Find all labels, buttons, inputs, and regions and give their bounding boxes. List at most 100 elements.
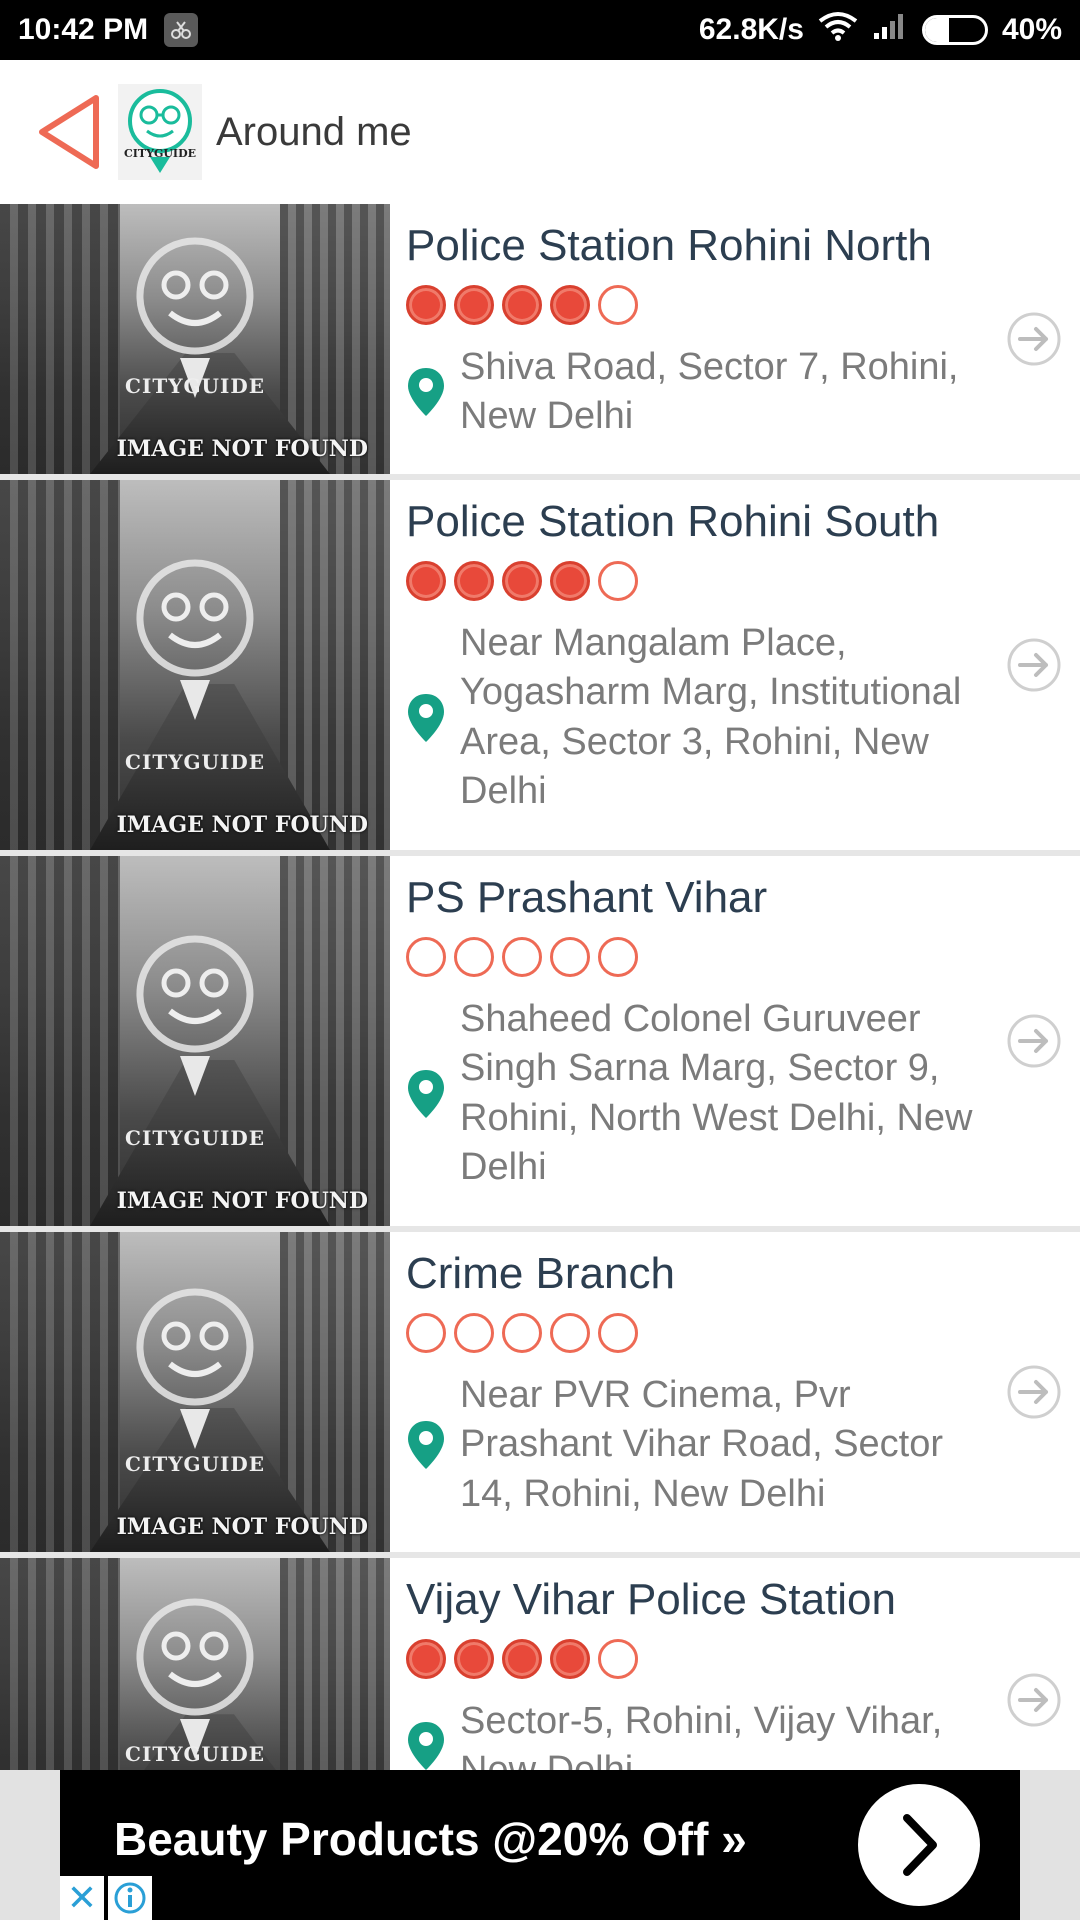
location-pin-icon (408, 1069, 444, 1118)
place-address: Near Mangalam Place, Yogasharm Marg, Ins… (460, 621, 962, 812)
rating-dot (598, 284, 638, 325)
rating-dot (550, 1312, 590, 1353)
chevron-right-icon (903, 1814, 937, 1876)
rating-dot (502, 936, 542, 977)
location-pin-icon (408, 1722, 444, 1770)
place-info: PS Prashant Vihar Shaheed Colonel Guruvee… (390, 856, 1080, 1226)
rating-dot (550, 284, 590, 325)
thumbnail-brand: CITYGUIDE (125, 1126, 265, 1150)
place-thumbnail: CITYGUIDE IMAGE NOT FOUND (0, 1232, 390, 1552)
image-not-found-label: IMAGE NOT FOUND (116, 1514, 368, 1540)
thumbnail-brand: CITYGUIDE (125, 1742, 265, 1766)
rating (406, 1312, 984, 1353)
list-item[interactable]: CITYGUIDE IMAGE NOT FOUND Police Station R… (0, 204, 1080, 480)
arrow-right-icon[interactable] (1006, 311, 1062, 367)
arrow-right-icon[interactable] (1006, 637, 1062, 693)
rating-dot (406, 560, 446, 601)
cityguide-placeholder-icon (136, 935, 254, 1097)
rating-dot (502, 560, 542, 601)
place-thumbnail: CITYGUIDE IMAGE NOT FOUND (0, 856, 390, 1226)
place-thumbnail: CITYGUIDE IMAGE NOT FOUND (0, 204, 390, 474)
rating-dot (406, 1638, 446, 1679)
network-speed: 62.8K/s (698, 13, 804, 46)
place-info: Police Station Rohini South Near Mangalam… (390, 480, 1080, 850)
thumbnail-brand: CITYGUIDE (125, 1452, 265, 1476)
arrow-right-icon[interactable] (1006, 1364, 1062, 1420)
place-info: Police Station Rohini North Shiva Road, S… (390, 204, 1080, 474)
address-row: Near PVR Cinema, Pvr Prashant Vihar Road… (406, 1371, 984, 1519)
thumbnail-brand: CITYGUIDE (125, 374, 265, 398)
location-pin-icon (408, 1420, 444, 1469)
rating (406, 284, 984, 325)
place-title[interactable]: Police Station Rohini South (406, 496, 984, 549)
place-info: Crime Branch Near PVR Cinema, Pvr Prashan… (390, 1232, 1080, 1552)
place-address: Sector-5, Rohini, Vijay Vihar, New Delhi (460, 1699, 943, 1770)
list-item[interactable]: CITYGUIDE IMAGE NOT FOUND Police Station R… (0, 480, 1080, 856)
list-item[interactable]: CITYGUIDEIMAGE NOT FOUNDVijay Vihar Poli… (0, 1558, 1080, 1770)
place-title[interactable]: PS Prashant Vihar (406, 872, 984, 925)
place-thumbnail: CITYGUIDEIMAGE NOT FOUND (0, 1558, 390, 1770)
cityguide-logo: CITYGUIDE (118, 84, 202, 180)
rating-dot (598, 1638, 638, 1679)
rating-dot (454, 1312, 494, 1353)
rating-dot (454, 936, 494, 977)
status-bar: 10:42 PM 62.8K/s 40% (0, 0, 1080, 60)
rating-dot (454, 284, 494, 325)
rating-dot (502, 1312, 542, 1353)
location-pin-icon (408, 368, 444, 417)
rating (406, 560, 984, 601)
image-not-found-label: IMAGE NOT FOUND (116, 436, 368, 462)
place-title[interactable]: Vijay Vihar Police Station (406, 1574, 984, 1627)
place-info: Vijay Vihar Police Station Sector-5, Rohi… (390, 1558, 1080, 1770)
place-title[interactable]: Crime Branch (406, 1248, 984, 1301)
logo-text: CITYGUIDE (124, 147, 196, 160)
list-item[interactable]: CITYGUIDE IMAGE NOT FOUND Crime Branch Near… (0, 1232, 1080, 1558)
place-address: Shaheed Colonel Guruveer Singh Sarna Mar… (460, 997, 973, 1188)
location-pin-icon (408, 693, 444, 742)
rating-dot (598, 1312, 638, 1353)
battery-percent: 40% (1001, 13, 1062, 46)
rating-dot (406, 936, 446, 977)
list-item[interactable]: CITYGUIDE IMAGE NOT FOUND PS Prashant Viha… (0, 856, 1080, 1232)
place-thumbnail: CITYGUIDE IMAGE NOT FOUND (0, 480, 390, 850)
address-row: Near Mangalam Place, Yogasharm Marg, Ins… (406, 619, 984, 817)
app-header: CITYGUIDE Around me (0, 60, 1080, 204)
rating-dot (598, 560, 638, 601)
place-list: CITYGUIDE IMAGE NOT FOUND Police Station R… (0, 204, 1080, 1770)
address-row: Sector-5, Rohini, Vijay Vihar, New Delhi (406, 1697, 984, 1770)
rating-dot (406, 284, 446, 325)
place-address: Near PVR Cinema, Pvr Prashant Vihar Road… (460, 1373, 944, 1515)
place-title[interactable]: Police Station Rohini North (406, 220, 984, 273)
status-indicators: 62.8K/s 40% (699, 11, 1062, 49)
page-title: Around me (216, 109, 412, 154)
ad-text[interactable]: Beauty Products @20% Off » (114, 1812, 747, 1866)
battery-icon (921, 15, 988, 45)
battery-fill (924, 18, 949, 42)
info-icon[interactable] (108, 1876, 152, 1920)
address-row: Shaheed Colonel Guruveer Singh Sarna Mar… (406, 995, 984, 1193)
cityguide-placeholder-icon (136, 1288, 254, 1450)
back-button[interactable] (24, 87, 114, 177)
rating-dot (550, 1638, 590, 1679)
arrow-right-icon[interactable] (1006, 1013, 1062, 1069)
ad-banner[interactable]: Beauty Products @20% Off » (0, 1770, 1080, 1920)
rating-dot (502, 284, 542, 325)
address-row: Shiva Road, Sector 7, Rohini, New Delhi (406, 343, 984, 442)
app-icon (164, 13, 199, 47)
place-address: Shiva Road, Sector 7, Rohini, New Delhi (460, 345, 959, 438)
image-not-found-label: IMAGE NOT FOUND (116, 1188, 368, 1214)
rating-dot (550, 936, 590, 977)
image-not-found-label: IMAGE NOT FOUND (116, 812, 368, 838)
thumbnail-brand: CITYGUIDE (125, 750, 265, 774)
close-icon[interactable]: ✕ (60, 1876, 104, 1920)
rating-dot (598, 936, 638, 977)
rating-dot (550, 560, 590, 601)
arrow-right-icon[interactable] (1006, 1672, 1062, 1728)
ad-open-button[interactable] (858, 1784, 980, 1906)
rating-dot (502, 1638, 542, 1679)
status-time: 10:42 PM (18, 13, 149, 46)
ad-content[interactable]: Beauty Products @20% Off » (60, 1770, 1020, 1920)
cityguide-placeholder-icon (136, 559, 254, 721)
rating-dot (406, 1312, 446, 1353)
back-triangle-icon (39, 95, 99, 169)
